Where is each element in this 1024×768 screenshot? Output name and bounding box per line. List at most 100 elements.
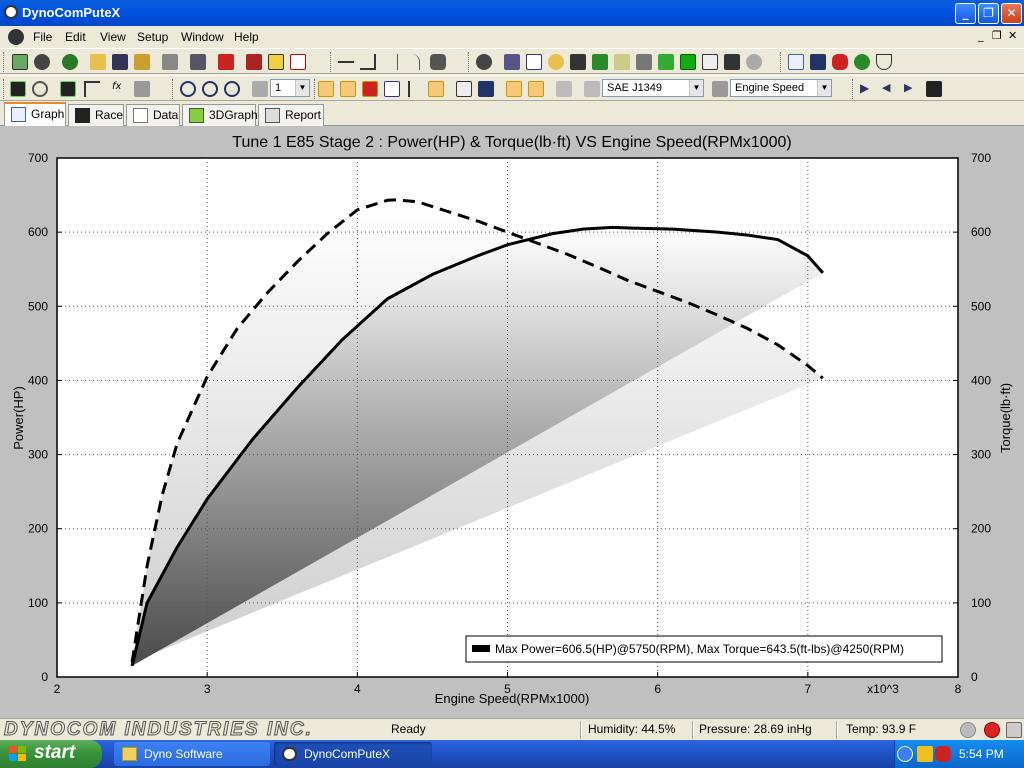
tab-3dgraph[interactable]: 3DGraph bbox=[182, 104, 258, 126]
weather-station-icon[interactable] bbox=[584, 81, 600, 97]
globe-icon[interactable] bbox=[62, 54, 78, 70]
tab-report[interactable]: Report bbox=[258, 104, 324, 126]
exit-icon[interactable] bbox=[290, 54, 306, 70]
info-icon[interactable] bbox=[268, 54, 284, 70]
play-icon[interactable]: ▶ bbox=[860, 81, 876, 97]
legend-icon[interactable] bbox=[428, 81, 444, 97]
car-blue-icon[interactable] bbox=[810, 54, 826, 70]
pointer-icon[interactable] bbox=[408, 81, 424, 97]
axis-icon[interactable] bbox=[712, 81, 728, 97]
cycle-icon[interactable] bbox=[32, 81, 48, 97]
correction-standard-select[interactable]: SAE J1349 ▼ bbox=[602, 79, 704, 97]
skip-start-icon[interactable]: ◀ bbox=[882, 81, 898, 97]
calculator-icon[interactable] bbox=[134, 81, 150, 97]
dyno-run-icon[interactable] bbox=[12, 54, 28, 70]
toolbar-grip[interactable] bbox=[468, 52, 471, 72]
toolbar-grip[interactable] bbox=[330, 52, 333, 72]
menu-edit[interactable]: Edit bbox=[65, 30, 86, 44]
toolbar-grip[interactable] bbox=[3, 52, 6, 72]
traffic-light-icon[interactable] bbox=[658, 54, 674, 70]
task-dynocomputex[interactable]: DynoComPuteX bbox=[274, 742, 432, 766]
export-icon[interactable] bbox=[134, 54, 150, 70]
mdi-close-button[interactable]: ✕ bbox=[1008, 29, 1017, 42]
road-icon[interactable] bbox=[926, 81, 942, 97]
print-icon[interactable] bbox=[162, 54, 178, 70]
fill-icon[interactable] bbox=[430, 54, 446, 70]
bell-icon[interactable] bbox=[746, 54, 762, 70]
chart-monitor-icon[interactable] bbox=[60, 81, 76, 97]
title-bar[interactable]: DynoComPuteX _ ❐ ✕ bbox=[0, 0, 1024, 26]
network-status-icon[interactable] bbox=[935, 746, 951, 762]
stop-icon[interactable] bbox=[984, 722, 1000, 738]
toolbar-grip[interactable] bbox=[3, 79, 6, 99]
app-menu-icon[interactable] bbox=[8, 29, 24, 45]
scope-icon[interactable] bbox=[680, 54, 696, 70]
fuel-icon[interactable] bbox=[724, 54, 740, 70]
pattern-icon[interactable] bbox=[252, 81, 268, 97]
chart-legend[interactable]: Max Power=606.5(HP)@5750(RPM), Max Torqu… bbox=[465, 635, 943, 663]
manual-icon[interactable] bbox=[246, 54, 262, 70]
mdi-restore-button[interactable]: ❐ bbox=[992, 29, 1002, 42]
calibrate-icon[interactable] bbox=[614, 54, 630, 70]
filter-icon[interactable] bbox=[876, 54, 892, 70]
resize-grip-icon[interactable] bbox=[1006, 722, 1022, 738]
window-icon[interactable] bbox=[526, 54, 542, 70]
module-icon[interactable] bbox=[570, 54, 586, 70]
pulse-icon[interactable] bbox=[84, 81, 100, 97]
menu-file[interactable]: File bbox=[33, 30, 52, 44]
monitor-icon[interactable] bbox=[10, 81, 26, 97]
arrow-right-icon[interactable] bbox=[960, 722, 976, 738]
menu-window[interactable]: Window bbox=[181, 30, 224, 44]
start-button[interactable]: start bbox=[0, 740, 102, 768]
toolbar-grip[interactable] bbox=[852, 79, 855, 99]
tab-data[interactable]: Data bbox=[126, 104, 180, 126]
minimize-button[interactable]: _ bbox=[955, 3, 976, 24]
step-line-icon[interactable] bbox=[360, 54, 376, 70]
tab-race[interactable]: Race bbox=[68, 104, 124, 126]
weather-icon[interactable] bbox=[548, 54, 564, 70]
book-red-icon[interactable] bbox=[218, 54, 234, 70]
pen-icon[interactable] bbox=[636, 54, 652, 70]
skip-end-icon[interactable]: ▶ bbox=[904, 81, 920, 97]
menu-setup[interactable]: Setup bbox=[137, 30, 168, 44]
tab-graph[interactable]: Graph bbox=[4, 102, 66, 127]
car-red-icon[interactable] bbox=[832, 54, 848, 70]
sigma-icon[interactable] bbox=[478, 81, 494, 97]
table-icon[interactable] bbox=[528, 81, 544, 97]
zoom-level-select[interactable]: 1 ▼ bbox=[270, 79, 310, 97]
save-icon[interactable] bbox=[112, 54, 128, 70]
check-icon[interactable] bbox=[592, 54, 608, 70]
close-button[interactable]: ✕ bbox=[1001, 3, 1022, 24]
tools-icon[interactable] bbox=[504, 54, 520, 70]
grid-toggle-icon[interactable] bbox=[340, 81, 356, 97]
open-folder-icon[interactable] bbox=[90, 54, 106, 70]
function-icon[interactable]: fx bbox=[112, 81, 128, 97]
gauge-icon[interactable] bbox=[34, 54, 50, 70]
zoom-reset-icon[interactable] bbox=[224, 81, 240, 97]
dyno-chart[interactable]: 2 3 4 5 6 7 80 0100 100200 200300 300400 400500 5006… bbox=[0, 126, 1024, 718]
panel-icon[interactable] bbox=[506, 81, 522, 97]
scale-icon[interactable] bbox=[456, 81, 472, 97]
toolbar-grip[interactable] bbox=[314, 79, 317, 99]
notes-icon[interactable] bbox=[702, 54, 718, 70]
zoom-in-icon[interactable] bbox=[180, 81, 196, 97]
list-icon[interactable] bbox=[384, 81, 400, 97]
toolbar-grip[interactable] bbox=[172, 79, 175, 99]
x-axis-select[interactable]: Engine Speed ▼ bbox=[730, 79, 832, 97]
crosshair-icon[interactable] bbox=[318, 81, 334, 97]
menu-view[interactable]: View bbox=[100, 30, 126, 44]
fill-color-icon[interactable] bbox=[362, 81, 378, 97]
diagonal-line-icon[interactable] bbox=[382, 54, 398, 70]
chevron-down-icon[interactable]: ▼ bbox=[295, 80, 309, 96]
task-dyno-software[interactable]: Dyno Software bbox=[114, 742, 270, 766]
curve-line-icon[interactable] bbox=[404, 54, 420, 70]
tray-expand-icon[interactable] bbox=[897, 746, 913, 762]
user-icon[interactable] bbox=[854, 54, 870, 70]
restore-button[interactable]: ❐ bbox=[978, 3, 999, 24]
zoom-out-icon[interactable] bbox=[202, 81, 218, 97]
network-icon[interactable] bbox=[788, 54, 804, 70]
menu-help[interactable]: Help bbox=[234, 30, 259, 44]
mdi-minimize-button[interactable]: _ bbox=[978, 29, 984, 42]
chevron-down-icon[interactable]: ▼ bbox=[689, 80, 703, 96]
security-warning-icon[interactable] bbox=[917, 746, 933, 762]
